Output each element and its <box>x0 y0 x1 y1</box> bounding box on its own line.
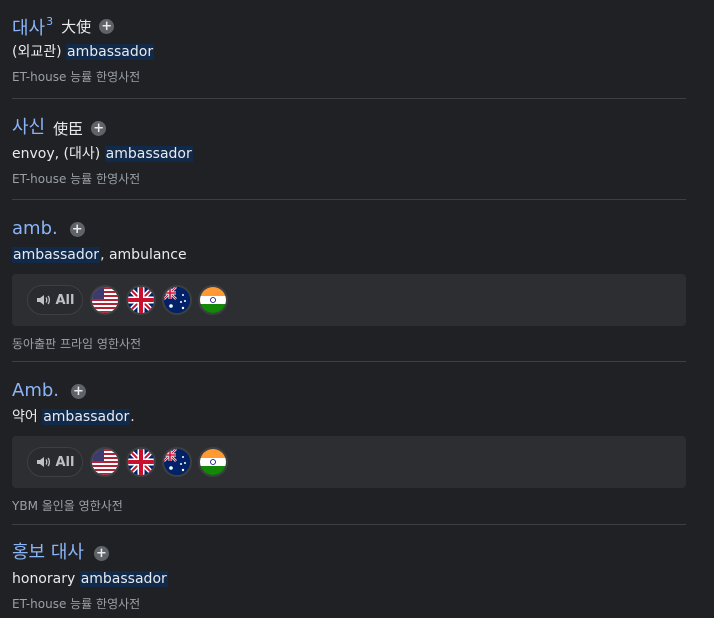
entry-amb: amb. + ambassador, ambulance All 동아출판 프라… <box>12 217 686 352</box>
play-all-button[interactable]: All <box>27 285 83 315</box>
plus-icon[interactable]: + <box>71 383 86 399</box>
definition: ambassador, ambulance <box>12 247 187 263</box>
uk-flag-icon[interactable] <box>126 285 156 315</box>
divider <box>12 199 686 200</box>
dictionary-source[interactable]: 동아출판 프라임 영한사전 <box>12 335 686 352</box>
headword-link[interactable]: 대사3 <box>12 13 53 40</box>
highlighted-term: ambassador <box>42 409 131 425</box>
homonym-number: 3 <box>46 14 54 28</box>
india-flag-icon[interactable] <box>198 447 228 477</box>
play-all-label: All <box>55 292 75 308</box>
headword-link[interactable]: Amb. <box>12 380 59 402</box>
speaker-icon <box>36 295 50 305</box>
india-flag-icon[interactable] <box>198 285 228 315</box>
dictionary-source[interactable]: ET-house 능률 한영사전 <box>12 68 686 85</box>
highlighted-term: ambassador <box>104 146 193 162</box>
entry-daesa: 대사3 大使 + (외교관) ambassador ET-house 능률 한영… <box>12 14 686 85</box>
play-all-button[interactable]: All <box>27 447 83 477</box>
pronunciation-bar: All <box>12 274 686 326</box>
hanja: 大使 <box>61 17 92 36</box>
entry-amb-abbrev: Amb. + 약어 ambassador. All YBM 올인올 영한사전 <box>12 379 686 514</box>
definition: envoy, (대사) ambassador <box>12 146 193 162</box>
australia-flag-icon[interactable] <box>162 447 192 477</box>
headword-link[interactable]: 사신 <box>12 117 45 139</box>
divider <box>12 361 686 362</box>
australia-flag-icon[interactable] <box>162 285 192 315</box>
definition: 약어 ambassador. <box>12 409 135 425</box>
us-flag-icon[interactable] <box>90 285 120 315</box>
highlighted-term: ambassador <box>79 571 168 587</box>
play-all-label: All <box>55 454 75 470</box>
us-flag-icon[interactable] <box>90 447 120 477</box>
dictionary-source[interactable]: ET-house 능률 한영사전 <box>12 170 686 187</box>
headword-link[interactable]: amb. <box>12 218 58 240</box>
plus-icon[interactable]: + <box>93 545 109 561</box>
highlighted-term: ambassador <box>66 44 155 60</box>
divider <box>12 524 686 525</box>
definition: (외교관) ambassador <box>12 44 155 60</box>
entry-sasin: 사신 使臣 + envoy, (대사) ambassador ET-house … <box>12 116 686 187</box>
dictionary-source[interactable]: ET-house 능률 한영사전 <box>12 595 686 612</box>
definition: honorary ambassador <box>12 571 168 587</box>
hanja: 使臣 <box>53 119 84 138</box>
plus-icon[interactable]: + <box>91 120 107 136</box>
pronunciation-bar: All <box>12 436 686 488</box>
plus-icon[interactable]: + <box>99 18 115 34</box>
speaker-icon <box>36 457 50 467</box>
dictionary-source[interactable]: YBM 올인올 영한사전 <box>12 497 686 514</box>
highlighted-term: ambassador <box>12 247 101 263</box>
uk-flag-icon[interactable] <box>126 447 156 477</box>
divider <box>12 98 686 99</box>
plus-icon[interactable]: + <box>69 221 85 237</box>
entry-hongbo-daesa: 홍보 대사 + honorary ambassador ET-house 능률 … <box>12 541 686 612</box>
headword-link[interactable]: 홍보 대사 <box>12 542 84 564</box>
